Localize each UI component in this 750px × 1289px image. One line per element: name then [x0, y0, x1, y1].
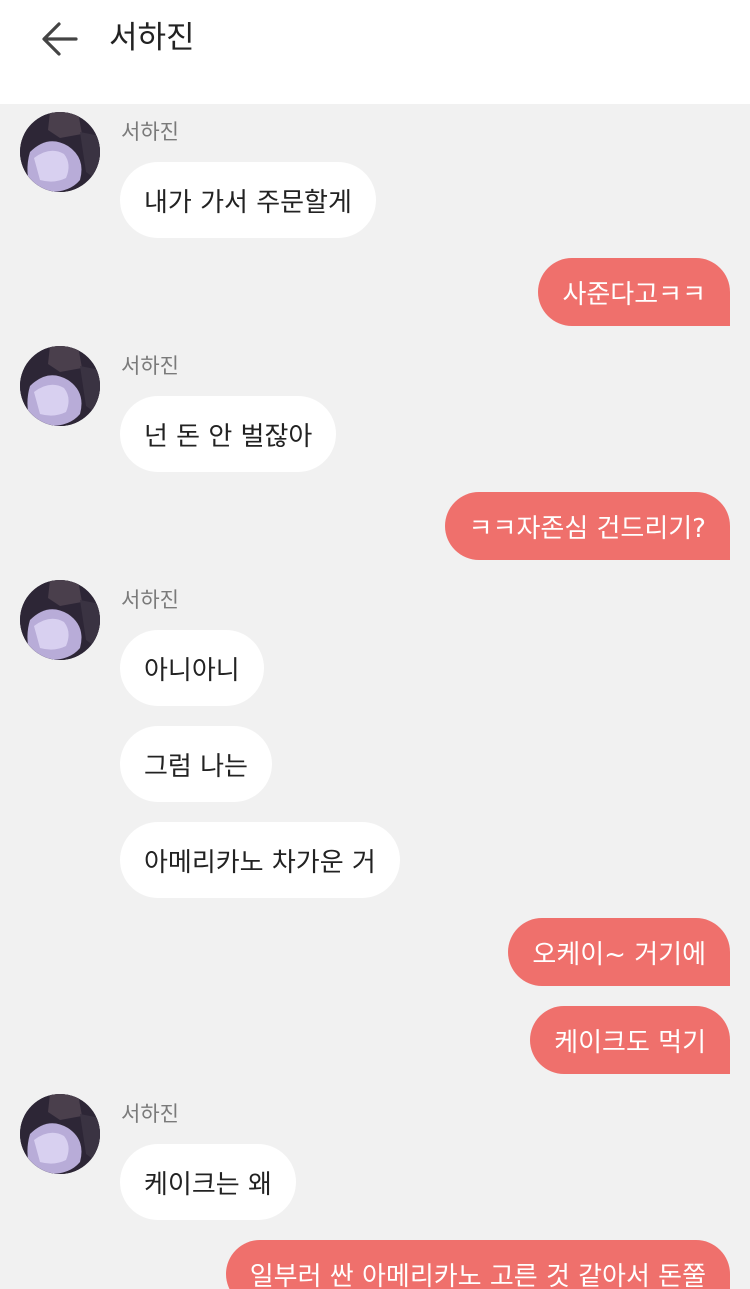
incoming-message[interactable]: 내가 가서 주문할게: [120, 162, 376, 238]
outgoing-message[interactable]: 오케이~ 거기에: [508, 918, 730, 986]
outgoing-message[interactable]: 케이크도 먹기: [530, 1006, 730, 1074]
incoming-message[interactable]: 케이크는 왜: [120, 1144, 296, 1220]
incoming-message[interactable]: 그럼 나는: [120, 726, 272, 802]
sender-name: 서하진: [121, 1102, 179, 1126]
avatar[interactable]: [20, 112, 100, 192]
outgoing-message[interactable]: 사준다고ㅋㅋ: [538, 258, 730, 326]
avatar[interactable]: [20, 1094, 100, 1174]
page-title: 서하진: [109, 20, 195, 56]
incoming-message[interactable]: 아니아니: [120, 630, 264, 706]
outgoing-message[interactable]: 일부러 싼 아메리카노 고른 것 같아서 돈쭐: [225, 1240, 730, 1289]
incoming-message[interactable]: 아메리카노 차가운 거: [120, 822, 400, 898]
avatar[interactable]: [20, 580, 100, 660]
outgoing-message[interactable]: ㅋㅋ자존심 건드리기?: [444, 492, 730, 560]
chat-header: 서하진: [0, 0, 750, 104]
avatar[interactable]: [20, 346, 100, 426]
arrow-left-icon: [42, 22, 78, 56]
sender-name: 서하진: [121, 120, 179, 144]
sender-name: 서하진: [121, 588, 179, 612]
message-list[interactable]: 서하진 내가 가서 주문할게 사준다고ㅋㅋ 서하진 넌 돈 안 벌잖아 ㅋㅋ자존…: [0, 104, 750, 1289]
incoming-message[interactable]: 넌 돈 안 벌잖아: [120, 396, 337, 472]
sender-name: 서하진: [121, 354, 179, 378]
back-button[interactable]: [30, 14, 90, 64]
